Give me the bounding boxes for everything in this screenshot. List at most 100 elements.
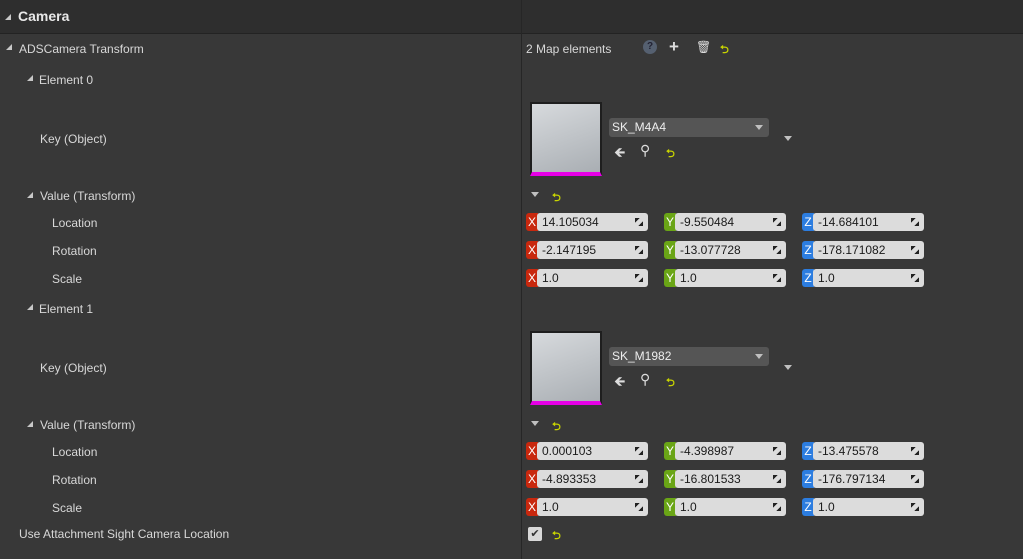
- collapse-icon[interactable]: [6, 44, 12, 50]
- x-field: X -2.147195: [526, 241, 660, 259]
- z-input[interactable]: -14.684101: [813, 213, 924, 231]
- asset-thumbnail[interactable]: [530, 331, 602, 405]
- drag-handle-icon[interactable]: [773, 475, 781, 483]
- x-input[interactable]: -4.893353: [537, 470, 648, 488]
- x-value: 0.000103: [542, 444, 593, 458]
- collapse-icon[interactable]: [5, 14, 11, 20]
- column-divider[interactable]: [521, 0, 522, 559]
- chevron-down-icon[interactable]: [531, 192, 539, 197]
- use-selected-arrow-icon[interactable]: 🡸: [614, 371, 625, 395]
- drag-handle-icon[interactable]: [773, 274, 781, 282]
- transform-row-label: Scale: [52, 501, 83, 515]
- collapse-icon[interactable]: [27, 192, 33, 198]
- chevron-down-icon[interactable]: [531, 421, 539, 426]
- value-label: Value (Transform): [40, 189, 136, 203]
- asset-thumbnail[interactable]: [530, 102, 602, 176]
- x-input[interactable]: -2.147195: [537, 241, 648, 259]
- drag-handle-icon[interactable]: [911, 475, 919, 483]
- element-label: Element 0: [39, 73, 94, 87]
- x-field: X 1.0: [526, 269, 660, 287]
- key-label: Key (Object): [40, 361, 107, 375]
- x-input[interactable]: 1.0: [537, 498, 648, 516]
- drag-handle-icon[interactable]: [773, 218, 781, 226]
- x-input[interactable]: 0.000103: [537, 442, 648, 460]
- reset-icon[interactable]: ⮌: [666, 145, 675, 164]
- drag-handle-icon[interactable]: [911, 503, 919, 511]
- reset-icon[interactable]: ⮌: [552, 189, 561, 208]
- browse-search-icon[interactable]: ⚲: [640, 371, 650, 388]
- drag-handle-icon[interactable]: [911, 447, 919, 455]
- reset-icon[interactable]: ⮌: [552, 527, 561, 546]
- collapse-icon[interactable]: [27, 304, 33, 310]
- z-value: 1.0: [818, 271, 835, 285]
- x-input[interactable]: 1.0: [537, 269, 648, 287]
- category-title: Camera: [18, 8, 70, 24]
- reset-icon[interactable]: ⮌: [552, 418, 561, 437]
- use-selected-arrow-icon[interactable]: 🡸: [614, 142, 625, 166]
- z-value: -178.171082: [818, 243, 886, 257]
- z-input[interactable]: -178.171082: [813, 241, 924, 259]
- x-input[interactable]: 14.105034: [537, 213, 648, 231]
- reset-icon[interactable]: ⮌: [720, 41, 729, 60]
- collapse-icon[interactable]: [27, 75, 33, 81]
- x-value: 1.0: [542, 500, 559, 514]
- y-input[interactable]: 1.0: [675, 269, 786, 287]
- asset-picker[interactable]: SK_M4A4: [609, 118, 769, 137]
- z-input[interactable]: -13.475578: [813, 442, 924, 460]
- help-icon[interactable]: ?: [643, 40, 657, 54]
- reset-icon[interactable]: ⮌: [666, 374, 675, 393]
- y-input[interactable]: -13.077728: [675, 241, 786, 259]
- drag-handle-icon[interactable]: [773, 447, 781, 455]
- z-input[interactable]: -176.797134: [813, 470, 924, 488]
- drag-handle-icon[interactable]: [635, 447, 643, 455]
- trash-icon[interactable]: 🗑: [696, 40, 711, 54]
- y-field: Y 1.0: [664, 498, 798, 516]
- asset-name: SK_M1982: [612, 349, 672, 363]
- y-input[interactable]: -4.398987: [675, 442, 786, 460]
- x-value: 14.105034: [542, 215, 599, 229]
- chevron-down-icon[interactable]: [784, 136, 792, 141]
- chevron-down-icon: [755, 125, 763, 130]
- drag-handle-icon[interactable]: [773, 503, 781, 511]
- drag-handle-icon[interactable]: [635, 274, 643, 282]
- z-input[interactable]: 1.0: [813, 269, 924, 287]
- y-field: Y -4.398987: [664, 442, 798, 460]
- add-element-button[interactable]: +: [669, 37, 679, 57]
- drag-handle-icon[interactable]: [911, 274, 919, 282]
- drag-handle-icon[interactable]: [635, 246, 643, 254]
- transform-row-label: Rotation: [52, 473, 97, 487]
- y-input[interactable]: -16.801533: [675, 470, 786, 488]
- z-field: Z -14.684101: [802, 213, 936, 231]
- y-value: -13.077728: [680, 243, 741, 257]
- z-input[interactable]: 1.0: [813, 498, 924, 516]
- value-label: Value (Transform): [40, 418, 136, 432]
- y-input[interactable]: 1.0: [675, 498, 786, 516]
- drag-handle-icon[interactable]: [911, 246, 919, 254]
- asset-picker[interactable]: SK_M1982: [609, 347, 769, 366]
- browse-search-icon[interactable]: ⚲: [640, 142, 650, 159]
- drag-handle-icon[interactable]: [635, 503, 643, 511]
- drag-handle-icon[interactable]: [635, 475, 643, 483]
- collapse-icon[interactable]: [27, 421, 33, 427]
- drag-handle-icon[interactable]: [635, 218, 643, 226]
- use-attachment-checkbox[interactable]: ✔: [528, 527, 542, 541]
- y-value: -16.801533: [680, 472, 741, 486]
- category-header[interactable]: Camera: [0, 0, 1023, 34]
- x-value: -2.147195: [542, 243, 597, 257]
- map-count: 2 Map elements: [526, 42, 612, 56]
- chevron-down-icon[interactable]: [784, 365, 792, 370]
- asset-name: SK_M4A4: [612, 120, 667, 134]
- z-field: Z 1.0: [802, 269, 936, 287]
- chevron-down-icon: [755, 354, 763, 359]
- y-value: -4.398987: [680, 444, 735, 458]
- y-field: Y -13.077728: [664, 241, 798, 259]
- key-label: Key (Object): [40, 132, 107, 146]
- z-value: -176.797134: [818, 472, 886, 486]
- z-field: Z -176.797134: [802, 470, 936, 488]
- x-field: X 14.105034: [526, 213, 660, 231]
- drag-handle-icon[interactable]: [773, 246, 781, 254]
- x-field: X 1.0: [526, 498, 660, 516]
- transform-row-label: Scale: [52, 272, 83, 286]
- drag-handle-icon[interactable]: [911, 218, 919, 226]
- y-input[interactable]: -9.550484: [675, 213, 786, 231]
